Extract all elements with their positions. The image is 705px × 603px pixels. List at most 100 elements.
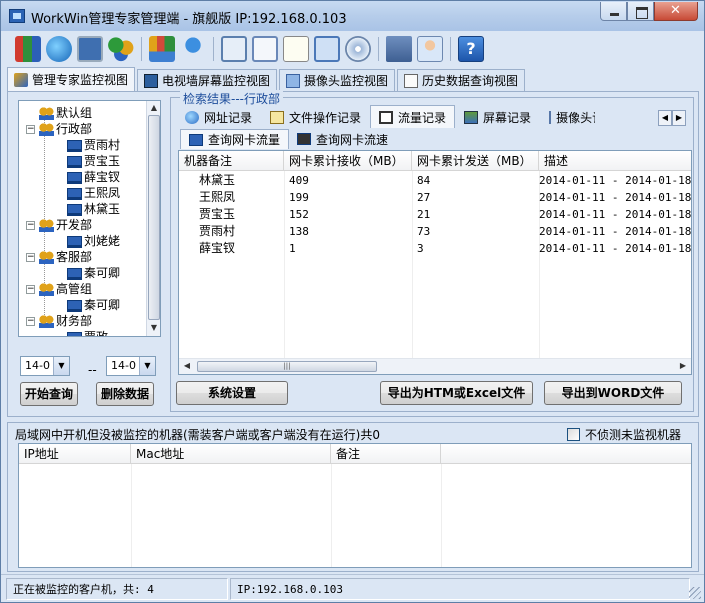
collapse-toggle[interactable]: − <box>26 285 35 294</box>
cell-received: 1 <box>289 242 296 255</box>
tree-node-label: 薛宝钗 <box>84 170 121 184</box>
tree-node-group[interactable]: − 高管组 <box>26 281 92 297</box>
copy-windows-icon[interactable] <box>314 36 340 62</box>
tree-node-group[interactable]: − 客服部 <box>26 249 92 265</box>
no-detect-checkbox[interactable] <box>567 428 580 441</box>
collapse-toggle[interactable]: − <box>26 125 35 134</box>
remote-screen-icon[interactable] <box>77 36 103 62</box>
export-word-button[interactable]: 导出到WORD文件 <box>544 381 682 405</box>
close-button[interactable] <box>654 2 698 21</box>
tree-node-pc[interactable]: 贾雨村 <box>67 137 120 153</box>
toolbar-separator <box>141 37 142 61</box>
column-header[interactable]: 备注 <box>331 444 441 464</box>
start-query-button[interactable]: 开始查询 <box>20 382 78 406</box>
books-icon[interactable] <box>15 36 41 62</box>
delete-data-button[interactable]: 删除数据 <box>96 382 154 406</box>
tab-history-view[interactable]: 历史数据查询视图 <box>397 69 526 91</box>
cell-machine: 贾宝玉 <box>199 207 236 221</box>
tree-node-pc[interactable]: 贾宝玉 <box>67 153 120 169</box>
tab-file-records[interactable]: 文件操作记录 <box>261 107 370 128</box>
collapse-toggle[interactable]: − <box>26 253 35 262</box>
chevron-down-icon[interactable]: ▼ <box>53 357 69 375</box>
department-tree[interactable]: 默认组 − 行政部 贾雨村 贾宝玉 薛宝钗 王熙凤 林黛玉 − 开发部 刘姥姥 … <box>18 100 161 337</box>
user-card-icon[interactable] <box>417 36 443 62</box>
tab-label: 摄像头监控视图 <box>304 74 389 88</box>
column-header[interactable]: 机器备注 <box>179 151 284 171</box>
mail-icon[interactable] <box>252 36 278 62</box>
date-from-select[interactable]: 14-0 ▼ <box>20 356 70 376</box>
minimize-button[interactable] <box>600 2 627 21</box>
tree-node-group[interactable]: 默认组 <box>39 105 92 121</box>
tree-node-pc[interactable]: 薛宝钗 <box>67 169 120 185</box>
chevron-right-icon[interactable]: ▶ <box>672 110 686 126</box>
tab-traffic-records[interactable]: 流量记录 <box>370 105 456 128</box>
chevron-down-icon[interactable]: ▼ <box>139 357 155 375</box>
table-row[interactable]: 薛宝钗 1 3 2014-01-11 - 2014-01-18 <box>179 240 691 257</box>
tab-nic-speed[interactable]: 查询网卡流速 <box>289 129 396 149</box>
computer-icon <box>67 235 82 248</box>
column-header[interactable]: 网卡累计接收（MB） <box>284 151 412 171</box>
date-separator: -- <box>88 363 97 377</box>
maximize-button[interactable] <box>627 2 654 21</box>
history-query-panel: 默认组 − 行政部 贾雨村 贾宝玉 薛宝钗 王熙凤 林黛玉 − 开发部 刘姥姥 … <box>7 90 699 417</box>
system-settings-button[interactable]: 系统设置 <box>176 381 288 405</box>
tree-node-pc[interactable]: 贾政 <box>67 329 108 336</box>
document-search-icon[interactable] <box>283 36 309 62</box>
tab-screen-records[interactable]: 屏幕记录 <box>455 107 540 128</box>
chart-icon[interactable] <box>149 36 175 62</box>
horizontal-scrollbar[interactable]: ◀ ||| ▶ <box>179 358 691 374</box>
disc-icon[interactable] <box>345 36 371 62</box>
tree-node-label: 秦可卿 <box>84 298 121 312</box>
globe-icon <box>185 111 199 124</box>
tab-manager-view[interactable]: 管理专家监控视图 <box>7 67 136 91</box>
users-icon[interactable] <box>108 36 134 62</box>
tree-node-group[interactable]: − 行政部 <box>26 121 92 137</box>
scroll-left-icon[interactable]: ◀ <box>181 360 193 372</box>
traffic-table[interactable]: 机器备注 网卡累计接收（MB） 网卡累计发送（MB） 描述 林黛玉 409 84… <box>178 150 692 375</box>
collapse-toggle[interactable]: − <box>26 221 35 230</box>
scroll-up-icon[interactable]: ▲ <box>148 102 160 114</box>
tab-label: 查询网卡流量 <box>208 133 281 147</box>
window-title: WorkWin管理专家管理端 - 旗舰版 IP:192.168.0.103 <box>31 12 347 27</box>
table-row[interactable]: 贾雨村 138 73 2014-01-11 - 2014-01-18 <box>179 223 691 240</box>
column-header[interactable]: IP地址 <box>19 444 131 464</box>
tab-label: 网址记录 <box>204 111 253 125</box>
tree-node-pc[interactable]: 秦可卿 <box>67 297 120 313</box>
tab-nic-traffic[interactable]: 查询网卡流量 <box>180 129 290 149</box>
column-header[interactable]: Mac地址 <box>131 444 331 464</box>
no-detect-option[interactable]: 不侦测未监视机器 <box>567 426 681 443</box>
column-header[interactable]: 描述 <box>539 151 691 171</box>
manager-view-icon <box>14 72 28 87</box>
tree-node-pc[interactable]: 秦可卿 <box>67 265 120 281</box>
help-icon[interactable]: ? <box>458 36 484 62</box>
tab-tv-wall-view[interactable]: 电视墙屏幕监控视图 <box>137 69 278 91</box>
tree-node-group[interactable]: − 财务部 <box>26 313 92 329</box>
tree-scrollbar[interactable]: ▲ ▼ <box>146 101 160 336</box>
globe-icon[interactable] <box>46 36 72 62</box>
scroll-down-icon[interactable]: ▼ <box>148 322 160 334</box>
scroll-thumb[interactable]: ||| <box>197 361 377 372</box>
chevron-left-icon[interactable]: ◀ <box>658 110 672 126</box>
tree-node-pc[interactable]: 刘姥姥 <box>67 233 120 249</box>
pin-icon[interactable] <box>180 36 206 62</box>
table-row[interactable]: 王熙凤 199 27 2014-01-11 - 2014-01-18 <box>179 189 691 206</box>
scroll-right-icon[interactable]: ▶ <box>677 360 689 372</box>
collapse-toggle[interactable]: − <box>26 317 35 326</box>
server-icon[interactable] <box>386 36 412 62</box>
tree-node-pc[interactable]: 王熙凤 <box>67 185 120 201</box>
resize-grip-icon[interactable] <box>689 587 701 599</box>
tree-node-group[interactable]: − 开发部 <box>26 217 92 233</box>
tree-node-pc[interactable]: 林黛玉 <box>67 201 120 217</box>
tab-camera-records[interactable]: 摄像头记录 <box>540 107 596 128</box>
scroll-thumb[interactable] <box>148 115 160 320</box>
monitor-icon[interactable] <box>221 36 247 62</box>
table-row[interactable]: 林黛玉 409 84 2014-01-11 - 2014-01-18 <box>179 172 691 189</box>
tab-camera-view[interactable]: 摄像头监控视图 <box>279 69 396 91</box>
date-to-select[interactable]: 14-0 ▼ <box>106 356 156 376</box>
column-header[interactable]: 网卡累计发送（MB） <box>412 151 539 171</box>
tab-label: 摄像头记录 <box>556 111 595 125</box>
table-row[interactable]: 贾宝玉 152 21 2014-01-11 - 2014-01-18 <box>179 206 691 223</box>
export-excel-button[interactable]: 导出为HTM或Excel文件 <box>380 381 533 405</box>
tab-url-records[interactable]: 网址记录 <box>176 107 261 128</box>
unmonitored-table[interactable]: IP地址 Mac地址 备注 <box>18 443 692 568</box>
